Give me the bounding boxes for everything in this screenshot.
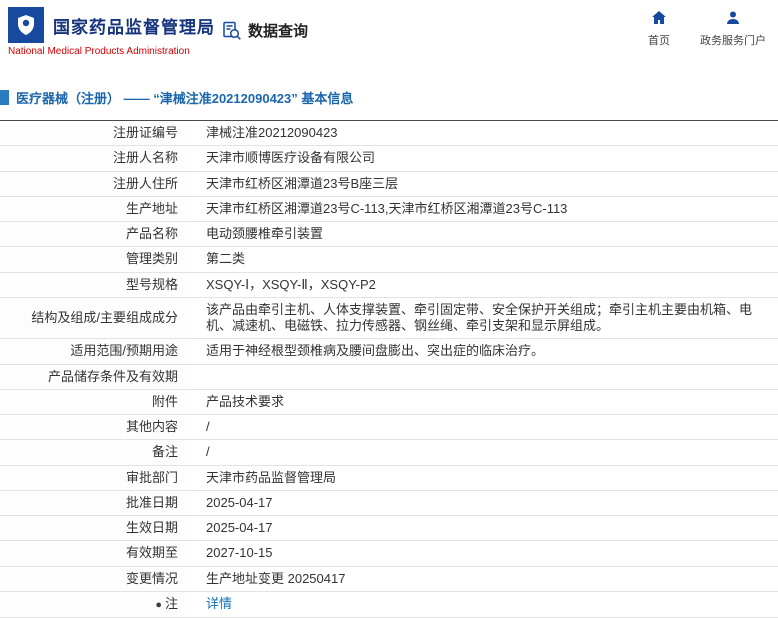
row-label: 有效期至 <box>0 540 192 567</box>
page-title: 医疗器械（注册） —— “津械注准20212090423” 基本信息 <box>16 91 354 106</box>
row-value: 2025-04-17 <box>192 515 778 542</box>
table-row: 附件 产品技术要求 <box>0 389 778 416</box>
note-dot-icon: ● <box>155 598 162 611</box>
row-label: 产品名称 <box>0 221 192 248</box>
row-value: 天津市顺博医疗设备有限公司 <box>192 145 778 172</box>
table-row: 注册证编号 津械注准20212090423 <box>0 120 778 147</box>
row-label: 结构及组成/主要组成成分 <box>0 297 192 340</box>
row-label: 注册人名称 <box>0 145 192 172</box>
table-row: 生效日期 2025-04-17 <box>0 515 778 542</box>
info-table-body: 注册证编号 津械注准20212090423 注册人名称 天津市顺博医疗设备有限公司 注册… <box>0 120 778 618</box>
row-value: / <box>192 414 778 441</box>
row-label: 生产地址 <box>0 196 192 223</box>
row-value: 天津市药品监督管理局 <box>192 465 778 491</box>
row-value: / <box>192 439 778 466</box>
row-value: 天津市红桥区湘潭道23号C-113,天津市红桥区湘潭道23号C-113 <box>192 196 778 223</box>
row-label: 审批部门 <box>0 465 192 491</box>
table-row: 产品名称 电动颈腰椎牵引装置 <box>0 221 778 248</box>
site-subtitle: National Medical Products Administration <box>8 46 190 57</box>
row-value: 津械注准20212090423 <box>192 120 778 147</box>
row-label: 产品储存条件及有效期 <box>0 364 192 390</box>
detail-link[interactable]: 详情 <box>206 596 232 611</box>
row-value: XSQY-Ⅰ，XSQY-Ⅱ，XSQY-P2 <box>192 272 778 298</box>
nav-data-query[interactable]: 数据查询 <box>222 20 308 41</box>
nav-portal[interactable]: 政务服务门户 <box>700 10 766 48</box>
row-value: 第二类 <box>192 246 778 273</box>
row-label: 附件 <box>0 389 192 416</box>
row-value: 产品技术要求 <box>192 389 778 416</box>
table-row: 变更情况 生产地址变更 20250417 <box>0 566 778 592</box>
table-row: 注册人名称 天津市顺博医疗设备有限公司 <box>0 145 778 172</box>
home-icon <box>651 10 667 27</box>
home-label: 首页 <box>648 35 670 47</box>
row-value: 生产地址变更 20250417 <box>192 566 778 592</box>
row-value: 2027-10-15 <box>192 540 778 567</box>
row-label: 批准日期 <box>0 490 192 517</box>
table-row: 审批部门 天津市药品监督管理局 <box>0 465 778 491</box>
table-row: 管理类别 第二类 <box>0 246 778 273</box>
table-row: 型号规格 XSQY-Ⅰ，XSQY-Ⅱ，XSQY-P2 <box>0 272 778 298</box>
site-header: 国家药品监督管理局 National Medical Products Admi… <box>0 0 778 64</box>
row-label: ● 注 <box>0 591 192 618</box>
table-row: 有效期至 2027-10-15 <box>0 540 778 567</box>
registration-info-table: 注册证编号 津械注准20212090423 注册人名称 天津市顺博医疗设备有限公司 注册… <box>0 120 778 618</box>
nmpa-emblem-icon <box>8 7 44 43</box>
table-row: 生产地址 天津市红桥区湘潭道23号C-113,天津市红桥区湘潭道23号C-113 <box>0 196 778 223</box>
row-label: 生效日期 <box>0 515 192 542</box>
brand-top: 国家药品监督管理局 <box>8 7 215 43</box>
row-label: 其他内容 <box>0 414 192 441</box>
row-label: 适用范围/预期用途 <box>0 338 192 365</box>
brand-logo[interactable]: 国家药品监督管理局 National Medical Products Admi… <box>8 7 215 57</box>
row-value: 适用于神经根型颈椎病及腰间盘膨出、突出症的临床治疗。 <box>192 338 778 365</box>
row-label: 变更情况 <box>0 566 192 592</box>
row-value: 详情 <box>192 591 778 618</box>
row-label: 管理类别 <box>0 246 192 273</box>
nav-home[interactable]: 首页 <box>648 10 670 48</box>
page-title-bar: 医疗器械（注册） —— “津械注准20212090423” 基本信息 <box>0 88 778 107</box>
row-value: 该产品由牵引主机、人体支撑装置、牵引固定带、安全保护开关组成；牵引主机主要由机箱… <box>192 297 778 340</box>
row-value: 电动颈腰椎牵引装置 <box>192 221 778 248</box>
table-row: 批准日期 2025-04-17 <box>0 490 778 517</box>
row-value: 2025-04-17 <box>192 490 778 517</box>
row-value <box>192 364 778 390</box>
table-row: 备注 / <box>0 439 778 466</box>
table-row: 适用范围/预期用途 适用于神经根型颈椎病及腰间盘膨出、突出症的临床治疗。 <box>0 338 778 365</box>
row-label: 注册证编号 <box>0 120 192 147</box>
row-label: 型号规格 <box>0 272 192 298</box>
table-row: 产品储存条件及有效期 <box>0 364 778 390</box>
breadcrumb-marker-icon <box>0 90 9 105</box>
table-row: 注册人住所 天津市红桥区湘潭道23号B座三层 <box>0 171 778 197</box>
table-row: 其他内容 / <box>0 414 778 441</box>
document-search-icon <box>222 21 242 41</box>
header-nav: 首页 政务服务门户 <box>648 10 766 48</box>
row-label: 备注 <box>0 439 192 466</box>
row-value: 天津市红桥区湘潭道23号B座三层 <box>192 171 778 197</box>
site-title: 国家药品监督管理局 <box>53 17 215 37</box>
table-row: 结构及组成/主要组成成分 该产品由牵引主机、人体支撑装置、牵引固定带、安全保护开关… <box>0 297 778 340</box>
table-row: ● 注详情 <box>0 591 778 618</box>
row-label: 注册人住所 <box>0 171 192 197</box>
portal-label: 政务服务门户 <box>700 35 766 47</box>
data-query-label: 数据查询 <box>248 23 309 40</box>
user-icon <box>725 10 741 27</box>
